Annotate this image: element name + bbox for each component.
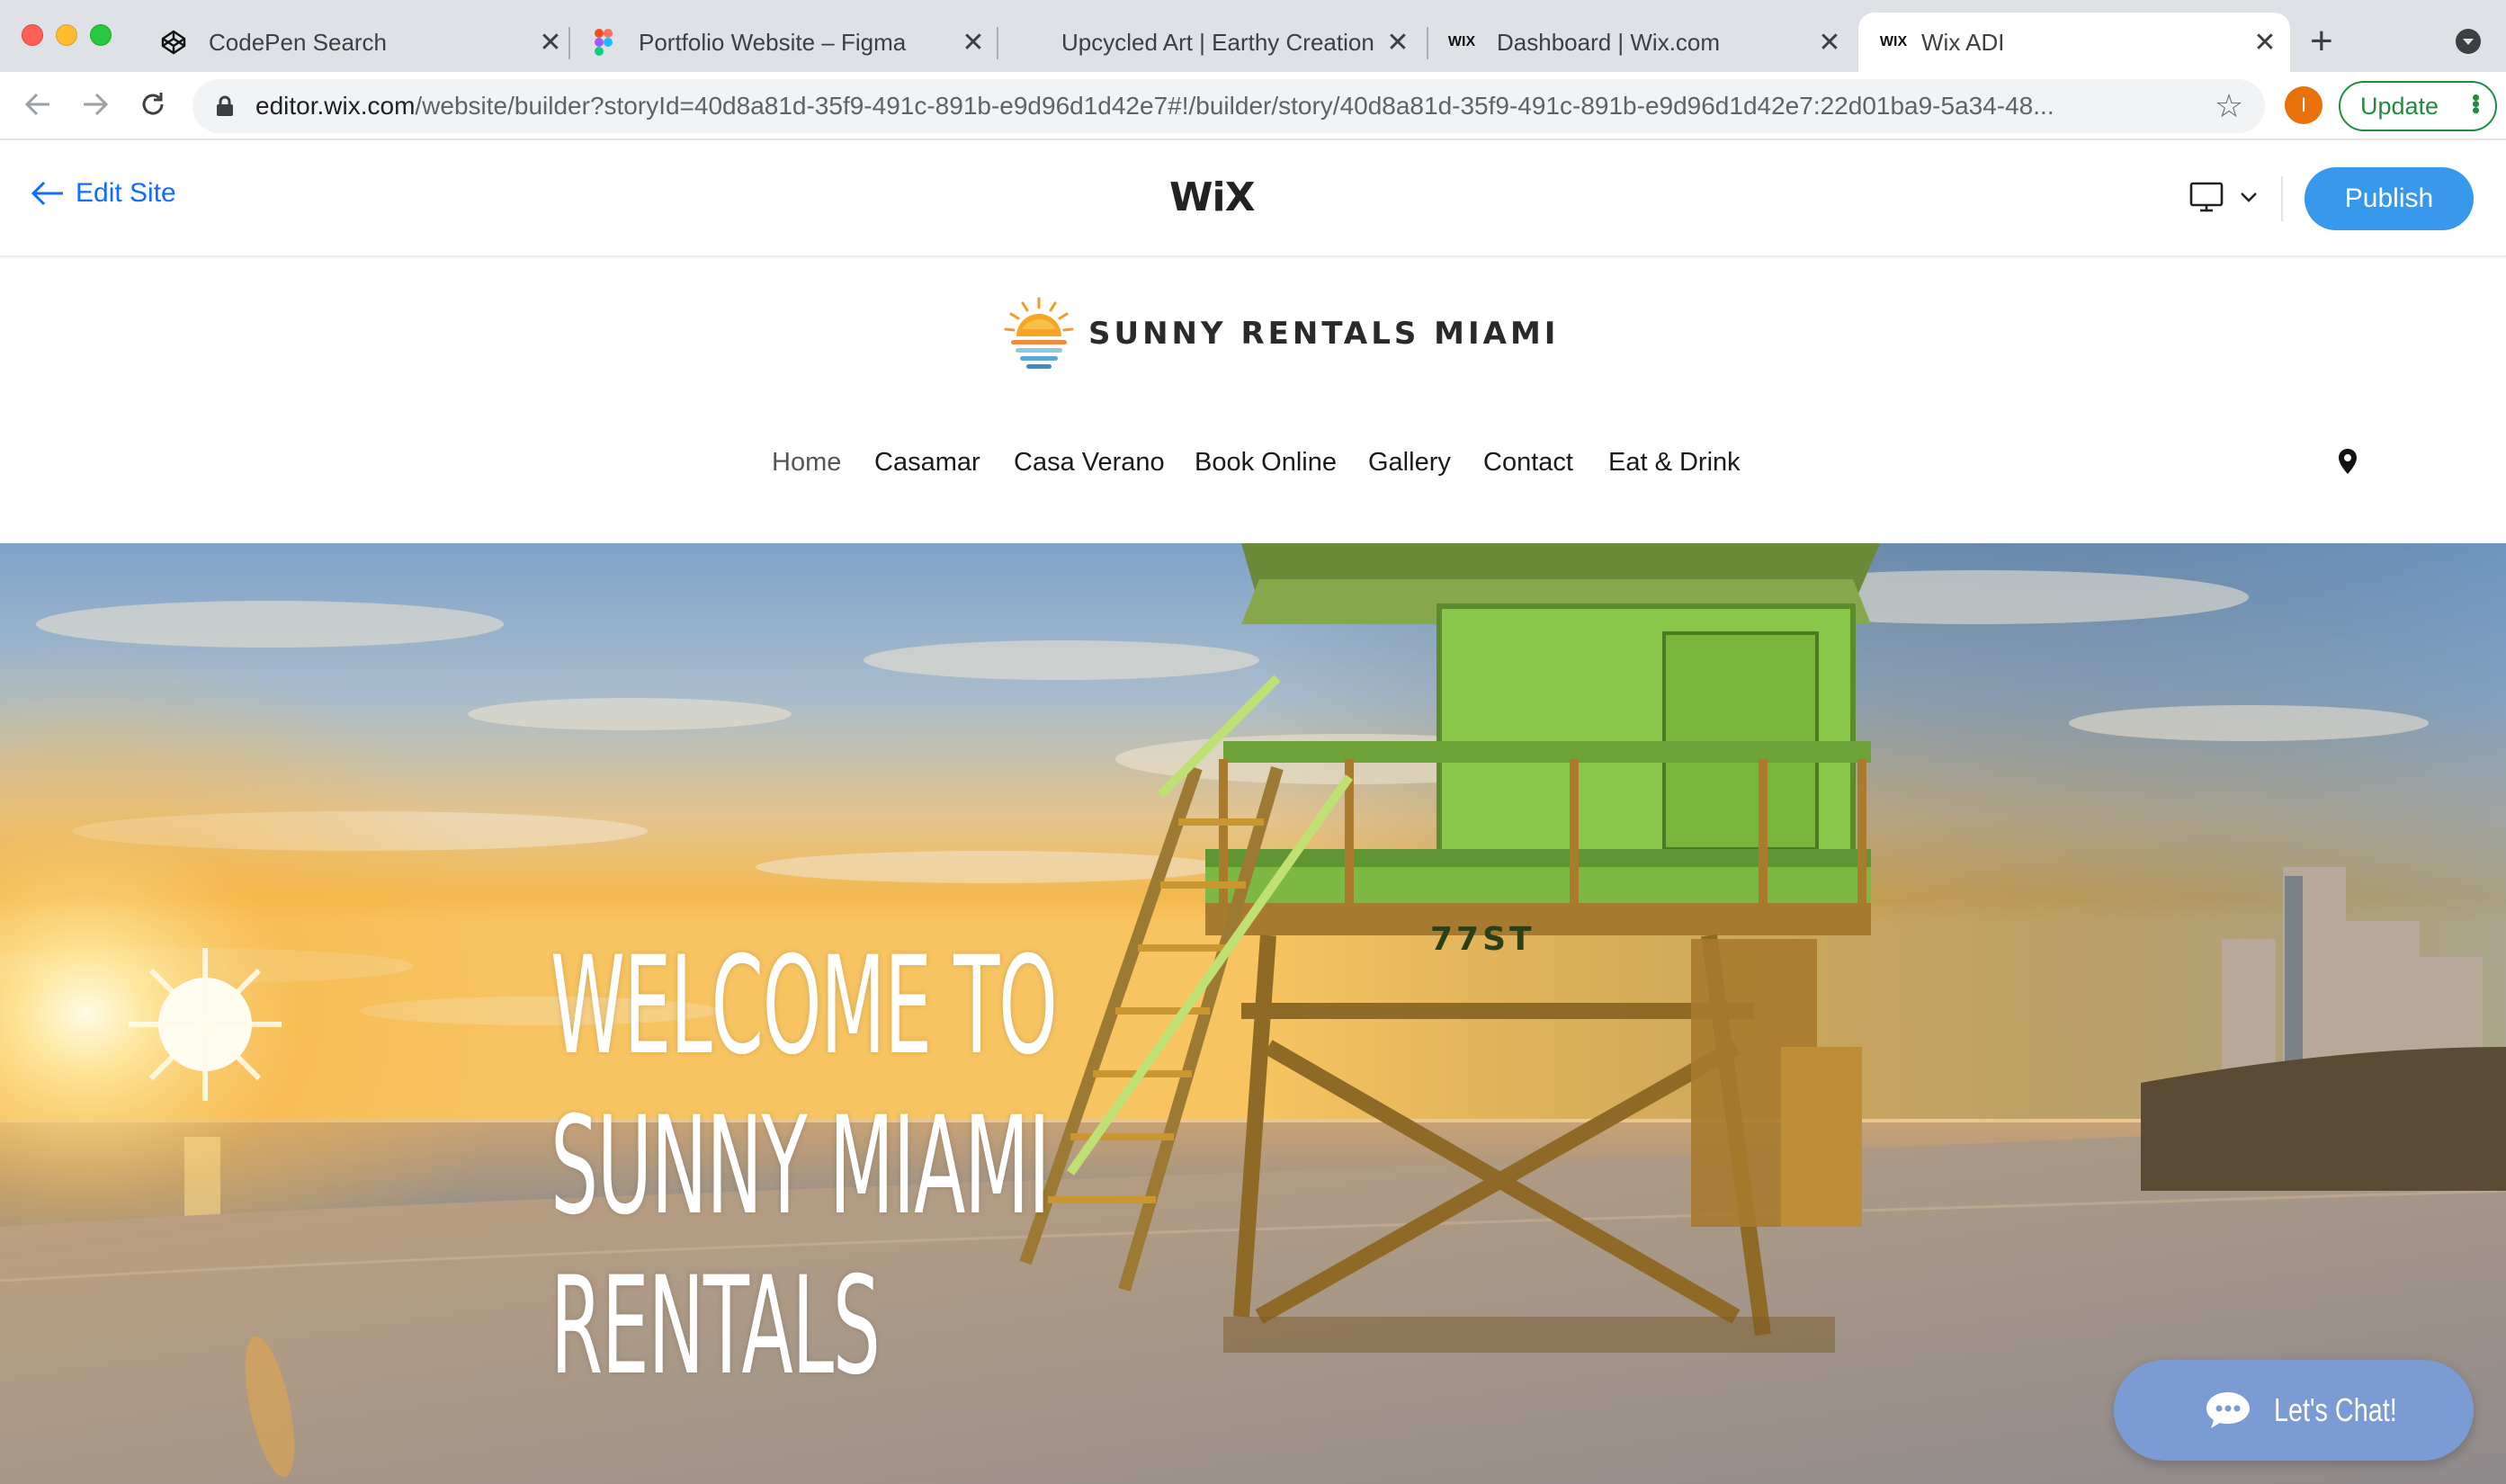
close-icon[interactable]: ✕ [2251, 28, 2279, 58]
close-icon[interactable]: ✕ [1383, 28, 1412, 58]
publish-button[interactable]: Publish [2305, 167, 2474, 230]
sun-icon [129, 948, 282, 1101]
tab-separator [997, 27, 998, 59]
url-domain: editor.wix.com [255, 92, 416, 120]
wix-icon: WIX [1879, 34, 1908, 49]
back-arrow-icon[interactable] [18, 85, 58, 124]
chat-button[interactable]: Let's Chat! [2114, 1360, 2474, 1461]
site-logo[interactable]: SUNNY RENTALS MIAMI [1000, 295, 1559, 372]
window-minimize-button[interactable] [56, 24, 77, 46]
update-label: Update [2360, 92, 2439, 120]
url-text: editor.wix.com/website/builder?storyId=4… [255, 92, 2211, 121]
map-pin-icon[interactable] [2337, 448, 2358, 475]
more-menu-icon[interactable]: ••• [2463, 94, 2490, 112]
hero-title-line-2: SUNNY MIAMI [550, 1088, 1051, 1245]
tab-wix-dashboard[interactable]: WIX Dashboard | Wix.com ✕ [1448, 13, 1844, 72]
close-icon[interactable]: ✕ [1815, 28, 1844, 58]
device-selector[interactable] [2189, 182, 2258, 212]
back-arrow-icon [31, 181, 63, 206]
divider [2281, 176, 2283, 221]
tab-title: Portfolio Website – Figma [639, 28, 907, 56]
nav-item-eat-drink[interactable]: Eat & Drink [1608, 448, 1741, 478]
wix-logo: WiX [1169, 174, 1256, 220]
new-tab-button[interactable]: + [2310, 22, 2333, 61]
site-nav: Home Casamar Casa Verano Book Online Gal… [0, 448, 2506, 493]
wix-icon: WIX [1447, 34, 1476, 49]
nav-item-casamar[interactable]: Casamar [874, 448, 980, 478]
chat-bubble-icon [2206, 1392, 2250, 1428]
update-button[interactable]: Update ••• [2339, 81, 2497, 131]
beach-sunset-background: 77ST [0, 543, 2506, 1484]
close-icon[interactable]: ✕ [959, 28, 988, 58]
close-icon[interactable]: ✕ [536, 28, 565, 58]
tab-upcycled-art[interactable]: Upcycled Art | Earthy Creations ✕ [1061, 13, 1412, 72]
hero-title-line-3: RENTALS [550, 1248, 881, 1405]
tab-title: Wix ADI [1921, 28, 2005, 56]
lock-icon[interactable] [216, 95, 234, 117]
tower-label: 77ST [1430, 921, 1535, 958]
tab-wix-adi[interactable]: WIX Wix ADI ✕ [1858, 13, 2290, 72]
nav-item-casa-verano[interactable]: Casa Verano [1014, 448, 1165, 478]
edit-site-link[interactable]: Edit Site [31, 178, 176, 209]
chat-label: Let's Chat! [2274, 1391, 2397, 1428]
desktop-icon [2189, 182, 2224, 212]
nav-item-contact[interactable]: Contact [1483, 448, 1573, 478]
tab-codepen[interactable]: CodePen Search ✕ [160, 13, 565, 72]
tab-title: Dashboard | Wix.com [1497, 28, 1721, 56]
window-close-button[interactable] [22, 24, 43, 46]
wix-preview-bar: Edit Site WiX Publish [0, 140, 2506, 257]
tab-separator [1427, 27, 1428, 59]
url-path: /website/builder?storyId=40d8a81d-35f9-4… [415, 92, 2054, 120]
site-header: SUNNY RENTALS MIAMI Home Casamar Casa Ve… [0, 259, 2506, 543]
bookmark-star-icon[interactable]: ☆ [2211, 87, 2247, 125]
tab-figma[interactable]: Portfolio Website – Figma ✕ [590, 13, 988, 72]
tab-title: Upcycled Art | Earthy Creations [1061, 28, 1374, 56]
address-bar[interactable]: editor.wix.com/website/builder?storyId=4… [192, 79, 2265, 133]
brand-name: SUNNY RENTALS MIAMI [1088, 316, 1560, 352]
tab-separator [568, 27, 570, 59]
figma-icon [590, 29, 617, 56]
forward-arrow-icon[interactable] [76, 85, 115, 124]
edit-site-label: Edit Site [76, 178, 176, 208]
chevron-down-icon [2241, 192, 2257, 202]
sun-logo-icon [1004, 297, 1074, 369]
tab-search-icon[interactable] [2456, 29, 2481, 54]
nav-item-home[interactable]: Home [772, 448, 841, 478]
hero-title-line-1: WELCOME TO [550, 928, 1058, 1085]
codepen-icon [160, 29, 187, 56]
reload-icon[interactable] [133, 85, 173, 124]
profile-avatar[interactable]: I [2285, 86, 2323, 124]
hero-title: WELCOME TO SUNNY MIAMI RENTALS [550, 926, 1058, 1407]
window-zoom-button[interactable] [90, 24, 112, 46]
nav-item-book-online[interactable]: Book Online [1195, 448, 1337, 478]
browser-toolbar: editor.wix.com/website/builder?storyId=4… [0, 72, 2506, 140]
tab-title: CodePen Search [209, 28, 388, 56]
browser-tab-bar: CodePen Search ✕ Portfolio Website – Fig… [0, 0, 2506, 72]
nav-item-gallery[interactable]: Gallery [1368, 448, 1451, 478]
hero-section: 77ST WELCOME TO SUNNY MIAMI RENTALS [0, 543, 2506, 1484]
